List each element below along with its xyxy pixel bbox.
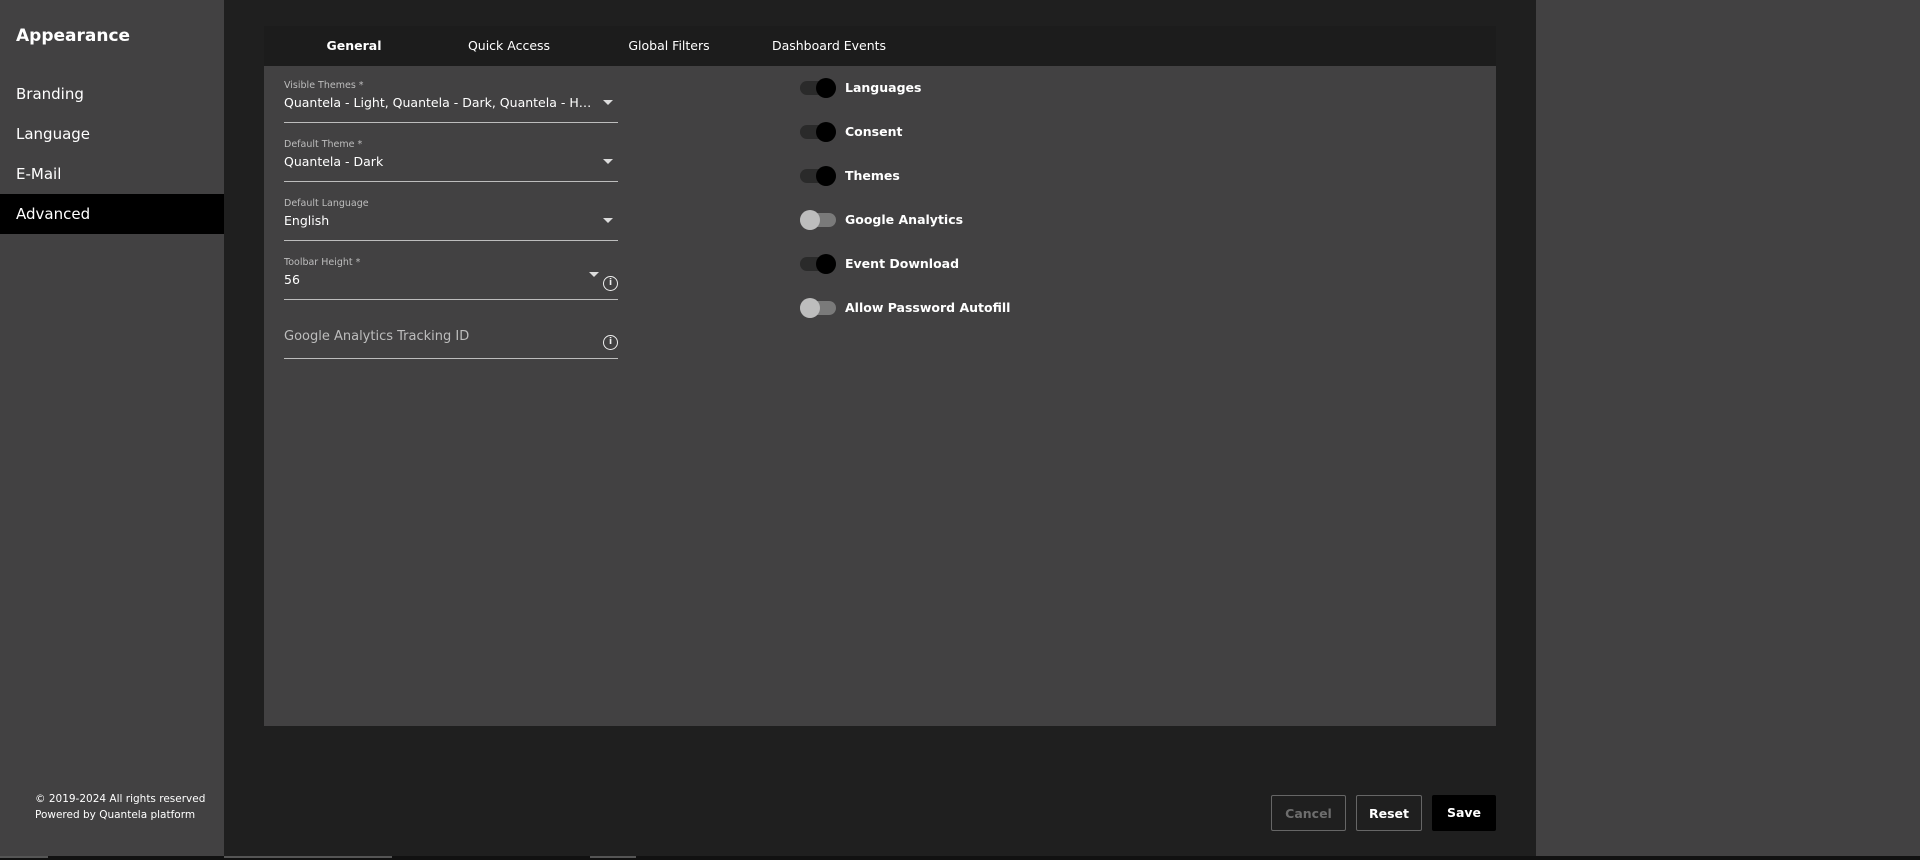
ga-tracking-id-placeholder: Google Analytics Tracking ID bbox=[284, 329, 470, 344]
ga-tracking-id-input[interactable]: Google Analytics Tracking ID i bbox=[284, 314, 618, 359]
event-download-toggle[interactable] bbox=[800, 254, 836, 274]
themes-toggle[interactable] bbox=[800, 166, 836, 186]
powered-by-text: Powered by Quantela platform bbox=[35, 809, 196, 821]
toggle-knob bbox=[800, 298, 820, 318]
info-icon[interactable]: i bbox=[603, 335, 618, 350]
sidebar-title: Appearance bbox=[16, 26, 131, 46]
chevron-down-icon[interactable] bbox=[603, 159, 613, 164]
toolbar-height-select[interactable]: Toolbar Height * 56 i bbox=[284, 255, 618, 300]
google-analytics-toggle[interactable] bbox=[800, 210, 836, 230]
tab-bar: General Quick Access Global Filters Dash… bbox=[264, 26, 1496, 66]
tab-global-filters[interactable]: Global Filters bbox=[614, 26, 724, 66]
chevron-down-icon[interactable] bbox=[589, 272, 599, 277]
password-autofill-toggle[interactable] bbox=[800, 298, 836, 318]
toggle-knob bbox=[816, 78, 836, 98]
right-background bbox=[1536, 0, 1920, 860]
password-autofill-toggle-label: Allow Password Autofill bbox=[845, 300, 1011, 315]
scroll-indicator bbox=[224, 856, 392, 858]
languages-toggle[interactable] bbox=[800, 78, 836, 98]
info-icon[interactable]: i bbox=[603, 276, 618, 291]
toggle-knob bbox=[816, 166, 836, 186]
cancel-button[interactable]: Cancel bbox=[1271, 795, 1346, 831]
save-button[interactable]: Save bbox=[1432, 795, 1496, 831]
default-theme-value: Quantela - Dark bbox=[284, 154, 384, 169]
chevron-down-icon[interactable] bbox=[603, 218, 613, 223]
event-download-toggle-label: Event Download bbox=[845, 256, 960, 271]
scroll-indicator bbox=[590, 856, 636, 858]
themes-toggle-label: Themes bbox=[845, 168, 900, 183]
scroll-indicator bbox=[0, 856, 48, 858]
reset-button[interactable]: Reset bbox=[1356, 795, 1422, 831]
default-language-label: Default Language bbox=[284, 198, 369, 209]
sidebar-item-advanced[interactable]: Advanced bbox=[0, 194, 224, 234]
settings-panel: Visible Themes * Quantela - Light, Quant… bbox=[264, 66, 1496, 726]
consent-toggle[interactable] bbox=[800, 122, 836, 142]
sidebar-item-language[interactable]: Language bbox=[0, 114, 224, 154]
sidebar-item-email[interactable]: E-Mail bbox=[0, 154, 224, 194]
languages-toggle-label: Languages bbox=[845, 80, 922, 95]
google-analytics-toggle-label: Google Analytics bbox=[845, 212, 964, 227]
visible-themes-label: Visible Themes * bbox=[284, 80, 364, 91]
toolbar-height-label: Toolbar Height * bbox=[284, 257, 361, 268]
toggle-knob bbox=[816, 254, 836, 274]
tab-dashboard-events[interactable]: Dashboard Events bbox=[764, 26, 894, 66]
default-language-select[interactable]: Default Language English bbox=[284, 196, 618, 241]
default-theme-select[interactable]: Default Theme * Quantela - Dark bbox=[284, 137, 618, 182]
copyright-text: © 2019-2024 All rights reserved bbox=[35, 793, 206, 805]
chevron-down-icon[interactable] bbox=[603, 100, 613, 105]
toggle-knob bbox=[800, 210, 820, 230]
visible-themes-select[interactable]: Visible Themes * Quantela - Light, Quant… bbox=[284, 78, 618, 123]
sidebar-item-branding[interactable]: Branding bbox=[0, 74, 224, 114]
visible-themes-value: Quantela - Light, Quantela - Dark, Quant… bbox=[284, 95, 596, 110]
tab-quick-access[interactable]: Quick Access bbox=[454, 26, 564, 66]
consent-toggle-label: Consent bbox=[845, 124, 903, 139]
sidebar-footer: © 2019-2024 All rights reserved Powered … bbox=[35, 791, 205, 823]
tab-general[interactable]: General bbox=[304, 26, 404, 66]
toolbar-height-value: 56 bbox=[284, 272, 300, 287]
sidebar: Appearance Branding Language E-Mail Adva… bbox=[0, 0, 224, 860]
default-language-value: English bbox=[284, 213, 330, 228]
toggle-knob bbox=[816, 122, 836, 142]
default-theme-label: Default Theme * bbox=[284, 139, 363, 150]
